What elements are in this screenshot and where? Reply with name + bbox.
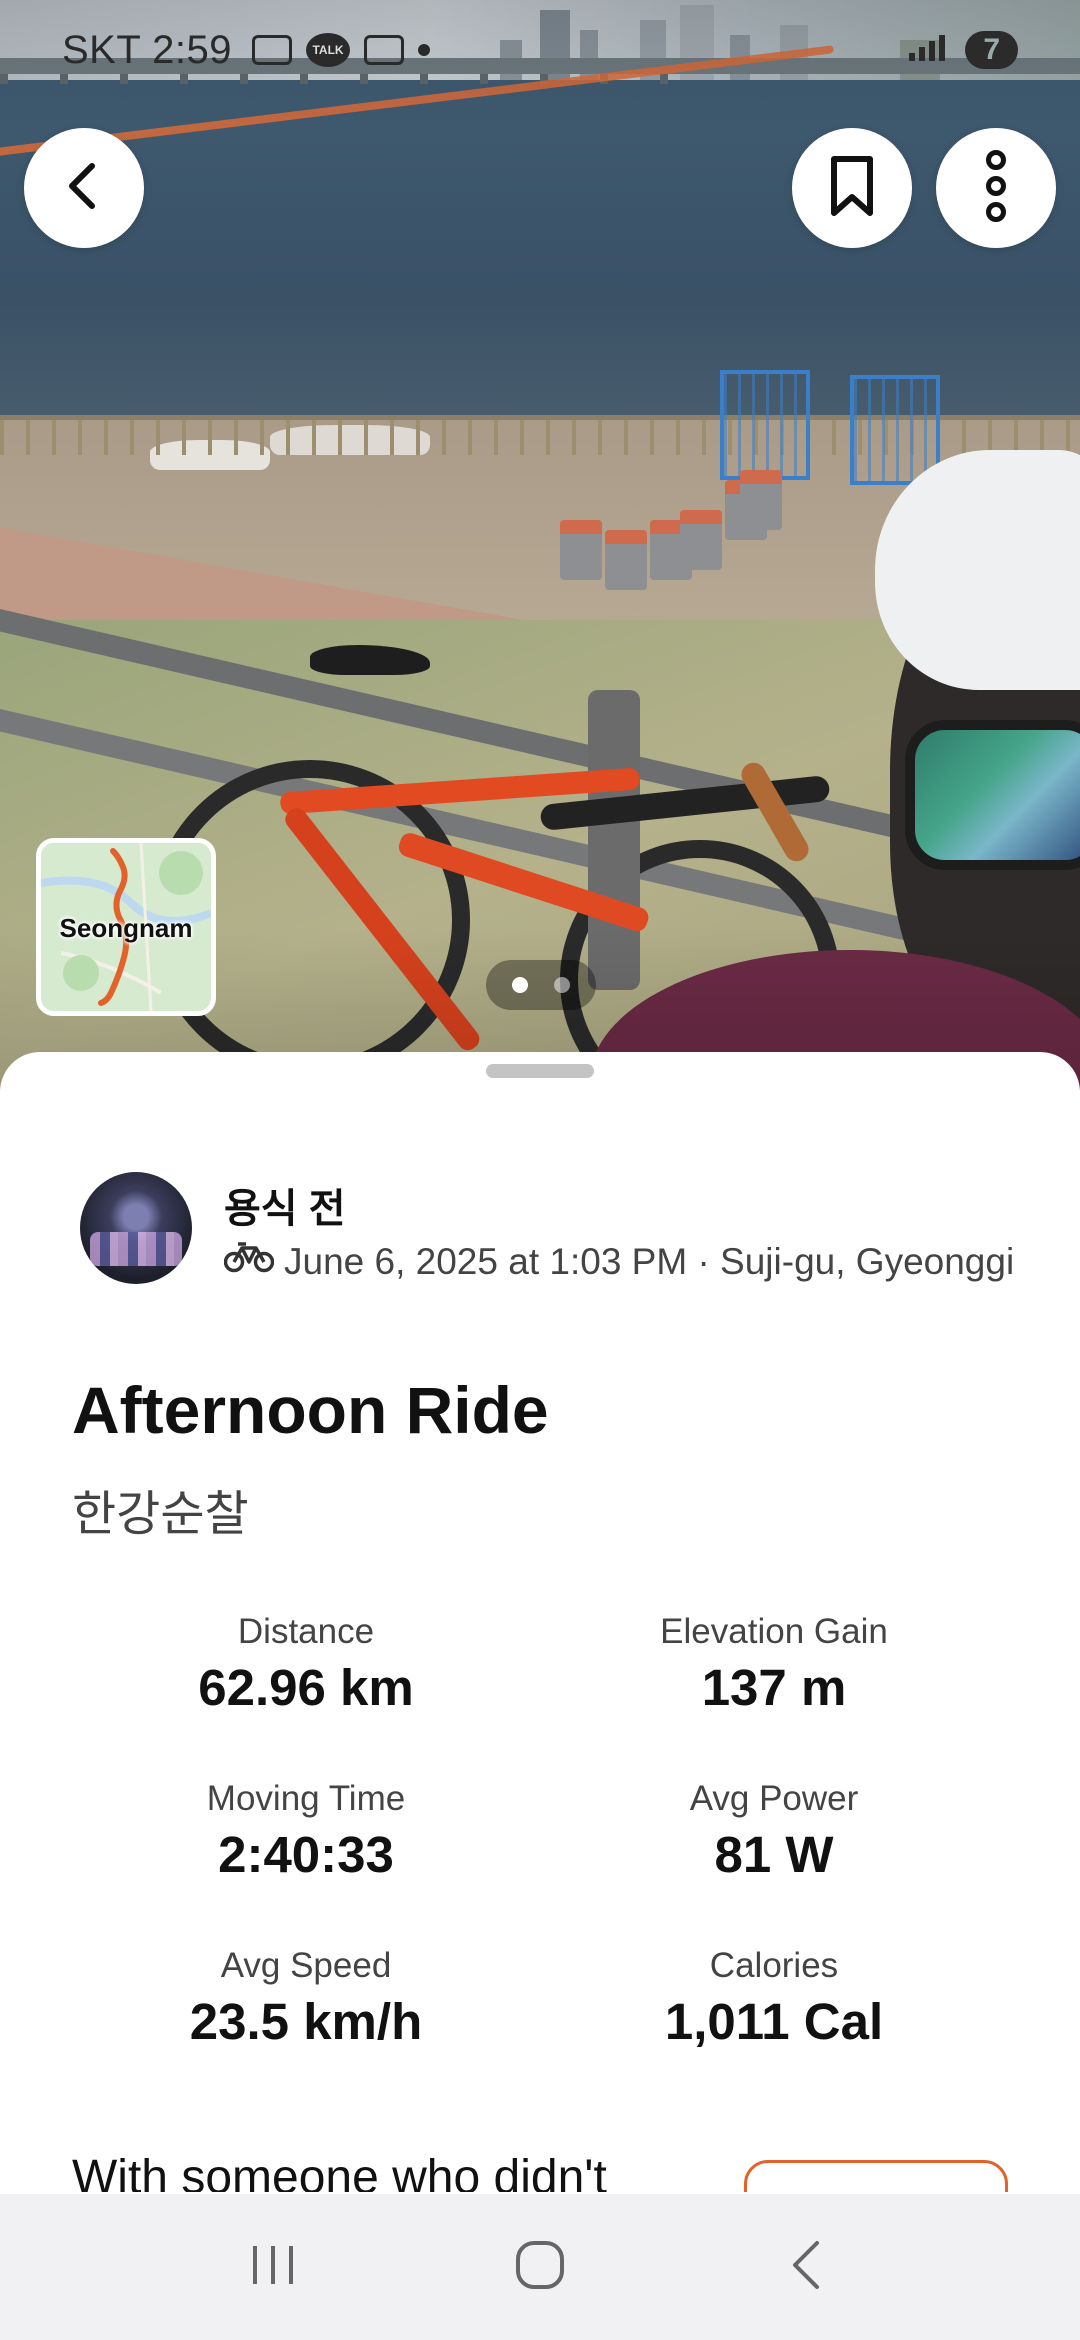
- stat-calories: Calories 1,011 Cal: [544, 1946, 1004, 2051]
- stat-label: Distance: [237, 1612, 375, 1651]
- stat-label: Moving Time: [206, 1779, 406, 1818]
- status-bar: SKT 2:59 TALK 7: [0, 0, 1080, 100]
- athlete-name[interactable]: 용식 전: [224, 1176, 346, 1234]
- stat-label: Avg Speed: [220, 1946, 392, 1985]
- signal-icon: [905, 28, 955, 73]
- activity-date-location: June 6, 2025 at 1:03 PM · Suji-gu, Gyeon…: [284, 1240, 1015, 1282]
- status-time: SKT 2:59: [62, 27, 233, 72]
- system-navigation-bar: [0, 2194, 1080, 2340]
- sheet-drag-handle[interactable]: [486, 1064, 594, 1078]
- more-options-button[interactable]: [936, 128, 1056, 248]
- bookmark-button[interactable]: [792, 128, 912, 248]
- bookmark-icon: [822, 153, 882, 224]
- radio-icon: [364, 35, 405, 65]
- stat-value: 81 W: [714, 1826, 834, 1883]
- recent-apps-icon: [243, 2240, 303, 2295]
- stat-label: Avg Power: [689, 1779, 859, 1818]
- stat-value: 23.5 km/h: [189, 1993, 423, 2050]
- route-map-thumbnail[interactable]: Seongnam: [36, 838, 216, 1016]
- map-city-label: Seongnam: [59, 913, 193, 943]
- activity-detail-sheet: 용식 전 June 6, 2025 at 1:03 PM · Suji-gu, …: [0, 1052, 1080, 2192]
- stat-value: 62.96 km: [198, 1659, 414, 1716]
- stat-elevation-gain: Elevation Gain 137 m: [544, 1612, 1004, 1717]
- back-button[interactable]: [24, 128, 144, 248]
- stat-value: 137 m: [701, 1659, 847, 1716]
- activity-title: Afternoon Ride: [72, 1373, 549, 1447]
- battery-icon: 7: [965, 31, 1018, 69]
- pager-dot-active[interactable]: [512, 977, 528, 993]
- screenshot-icon: [252, 35, 293, 65]
- chevron-left-icon: [54, 156, 114, 221]
- activity-description: 한강순찰: [72, 1488, 249, 1541]
- stat-value: 2:40:33: [218, 1826, 394, 1883]
- teaser-action-button[interactable]: [744, 2160, 1008, 2192]
- athlete-avatar[interactable]: [80, 1172, 192, 1284]
- pager-dot[interactable]: [554, 977, 570, 993]
- activity-meta: June 6, 2025 at 1:03 PM · Suji-gu, Gyeon…: [223, 1240, 1015, 1283]
- bicycle-icon: [223, 1240, 275, 1283]
- stat-avg-power: Avg Power 81 W: [544, 1779, 1004, 1884]
- notification-dot-icon: [418, 44, 431, 56]
- home-icon: [510, 2235, 570, 2300]
- photo-pager[interactable]: [486, 960, 596, 1010]
- stat-label: Elevation Gain: [660, 1612, 888, 1651]
- stat-value: 1,011 Cal: [664, 1993, 884, 2050]
- stat-distance: Distance 62.96 km: [76, 1612, 536, 1717]
- with-athlete-teaser: With someone who didn't: [72, 2151, 607, 2192]
- stat-label: Calories: [709, 1946, 839, 1985]
- more-vertical-icon: [976, 149, 1016, 227]
- talk-icon: TALK: [306, 33, 351, 67]
- stat-moving-time: Moving Time 2:40:33: [76, 1779, 536, 1884]
- system-back-button[interactable]: [762, 2222, 852, 2312]
- back-icon: [777, 2235, 837, 2300]
- recent-apps-button[interactable]: [228, 2222, 318, 2312]
- stat-avg-speed: Avg Speed 23.5 km/h: [76, 1946, 536, 2051]
- home-button[interactable]: [495, 2222, 585, 2312]
